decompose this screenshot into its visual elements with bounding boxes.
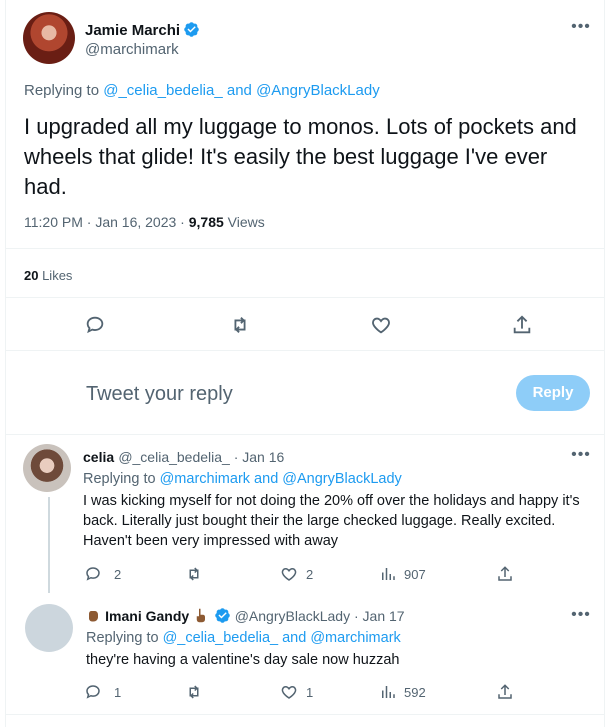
share-icon[interactable] — [496, 565, 514, 583]
mention-link[interactable]: @_celia_bedelia_ — [103, 82, 222, 99]
reply-count: 2 — [114, 567, 122, 582]
reply-header: celia @_celia_bedelia_ · Jan 16 — [83, 449, 284, 466]
reply-count: 1 — [114, 685, 122, 700]
replying-to-line: Replying to @_celia_bedelia_ and @AngryB… — [24, 82, 380, 99]
reply-icon[interactable] — [84, 314, 106, 336]
mention-link[interactable]: @_celia_bedelia_ — [163, 630, 279, 646]
divider — [6, 714, 604, 715]
mention-link[interactable]: @AngryBlackLady — [282, 471, 402, 487]
reply-avatar[interactable] — [23, 444, 71, 492]
reply-author-name[interactable]: celia — [83, 449, 114, 465]
replying-to-line: Replying to @_celia_bedelia_ and @marchi… — [86, 630, 401, 646]
retweet-icon[interactable] — [185, 565, 203, 583]
reply-text: I was kicking myself for not doing the 2… — [83, 493, 580, 549]
divider — [6, 350, 604, 351]
retweet-icon[interactable] — [185, 683, 203, 701]
likes-label: Likes — [38, 268, 73, 283]
reply-icon[interactable] — [84, 683, 102, 701]
views-count: 9,785 — [188, 214, 224, 230]
tweet-meta: 11:20 PM · Jan 16, 2023 · 9,785 Views — [24, 214, 265, 230]
author-handle[interactable]: @marchimark — [85, 41, 179, 58]
like-count: 1 — [306, 685, 314, 700]
reply-composer-input[interactable]: Tweet your reply — [86, 383, 233, 406]
mention-link[interactable]: @AngryBlackLady — [256, 82, 380, 99]
pointing-hand-emoji-icon — [193, 608, 208, 623]
like-count: 2 — [306, 567, 314, 582]
share-icon[interactable] — [496, 683, 514, 701]
likes-summary[interactable]: 20 Likes — [24, 268, 72, 283]
views-label: Views — [223, 214, 265, 230]
tweet-timestamp[interactable]: 11:20 PM · Jan 16, 2023 · — [24, 214, 189, 230]
author-name[interactable]: Jamie Marchi — [85, 22, 180, 39]
tweet-detail-panel: Jamie Marchi @marchimark ••• Replying to… — [5, 0, 605, 727]
thread-line — [48, 497, 50, 593]
tweet-text: I upgraded all my luggage to monos. Lots… — [24, 114, 577, 199]
replying-to-line: Replying to @marchimark and @AngryBlackL… — [83, 471, 402, 487]
retweet-icon[interactable] — [229, 314, 251, 336]
raised-fist-emoji-icon — [86, 608, 101, 623]
reply-author-name[interactable]: Imani Gandy — [105, 608, 189, 624]
divider — [6, 297, 604, 298]
more-icon[interactable]: ••• — [569, 19, 593, 38]
reply-button[interactable]: Reply — [516, 375, 590, 411]
divider — [6, 434, 604, 435]
like-icon[interactable] — [280, 683, 298, 701]
reply-header: Imani Gandy @AngryBlackLady · Jan 17 — [86, 607, 405, 625]
view-count: 592 — [404, 685, 426, 700]
mention-link[interactable]: @marchimark — [160, 471, 250, 487]
reply-handle-date[interactable]: @_celia_bedelia_ · Jan 16 — [118, 449, 284, 465]
more-icon[interactable]: ••• — [569, 447, 593, 466]
author-name-row[interactable]: Jamie Marchi — [85, 21, 200, 39]
reply-handle-date[interactable]: @AngryBlackLady · Jan 17 — [235, 608, 405, 624]
share-icon[interactable] — [511, 314, 533, 336]
likes-count: 20 — [24, 268, 39, 283]
author-avatar[interactable] — [23, 12, 75, 64]
reply-text: they're having a valentine's day sale no… — [86, 652, 400, 668]
divider — [6, 248, 604, 249]
verified-badge-icon — [183, 21, 200, 38]
reply-avatar[interactable] — [25, 604, 73, 652]
view-count: 907 — [404, 567, 426, 582]
reply-icon[interactable] — [84, 565, 102, 583]
like-icon[interactable] — [280, 565, 298, 583]
verified-badge-icon — [214, 607, 231, 624]
more-icon[interactable]: ••• — [569, 607, 593, 626]
mention-link[interactable]: @marchimark — [310, 630, 400, 646]
views-icon[interactable] — [379, 565, 397, 583]
views-icon[interactable] — [379, 683, 397, 701]
like-icon[interactable] — [370, 314, 392, 336]
